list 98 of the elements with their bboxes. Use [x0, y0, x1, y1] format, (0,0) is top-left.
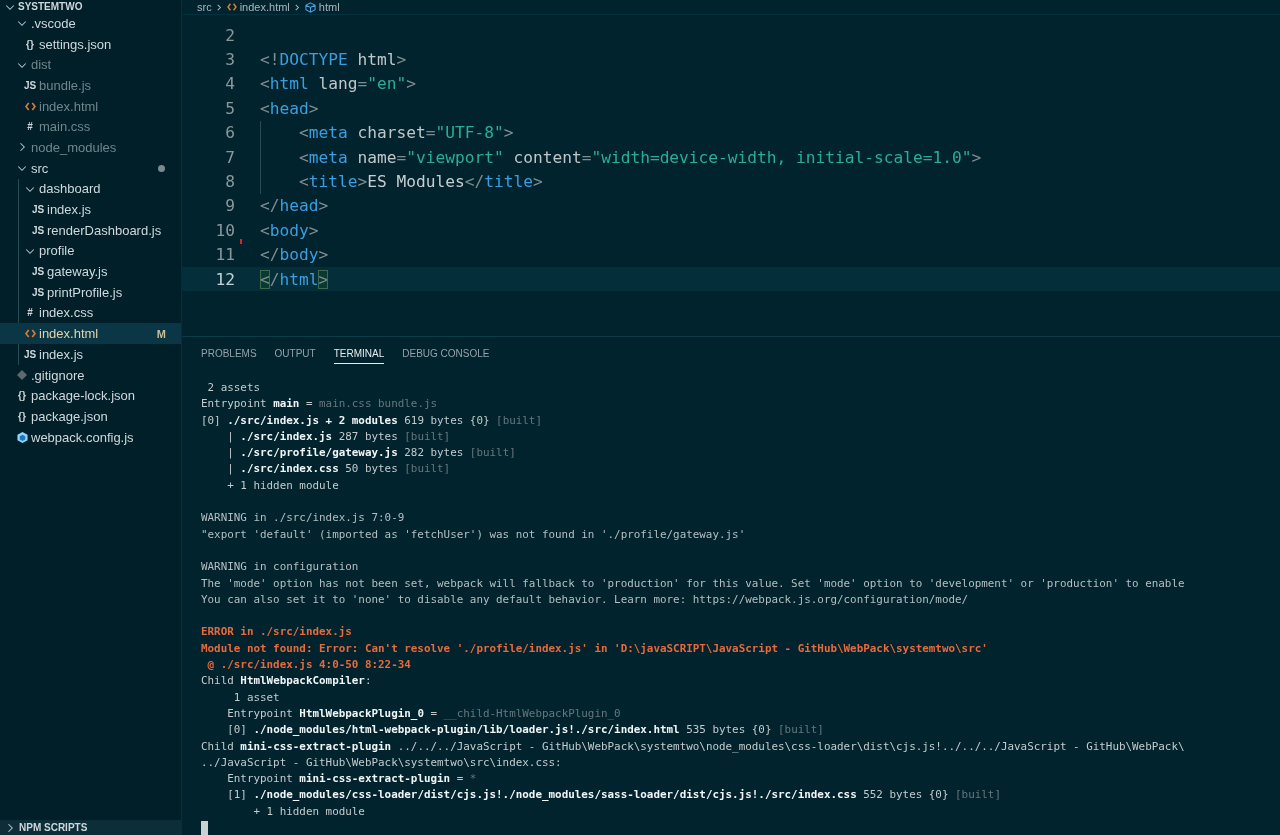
- git-status-label: M: [156, 327, 166, 340]
- file-item[interactable]: JS bundle.js: [0, 75, 181, 96]
- terminal-line: Entrypoint mini-css-extract-plugin = *: [226, 771, 478, 788]
- code-brackets-icon: [24, 329, 36, 339]
- modified-dot: [158, 164, 165, 172]
- folder-item[interactable]: src: [0, 157, 181, 179]
- line-number: 8: [224, 172, 236, 192]
- breadcrumb-item[interactable]: html: [304, 1, 340, 13]
- code-line: <html lang="en">: [260, 73, 416, 96]
- terminal-line: 2 assets: [206, 380, 261, 396]
- code-brackets-icon: [24, 101, 36, 111]
- file-item[interactable]: {} package-lock.json: [0, 385, 181, 407]
- npm-scripts-section[interactable]: NPM SCRIPTS: [0, 820, 181, 835]
- file-item[interactable]: index.html M: [0, 323, 181, 344]
- terminal-line: ERROR in ./src/index.js: [201, 624, 353, 641]
- line-number: 9: [224, 196, 236, 216]
- terminal-line: | ./src/index.css 50 bytes [built]: [226, 461, 452, 478]
- folder-item[interactable]: .vscode: [0, 13, 181, 34]
- terminal-line: 1 asset: [232, 689, 281, 706]
- change-marker: [240, 239, 242, 245]
- line-number: 5: [224, 98, 236, 118]
- terminal-line: [1] ./node_modules/css-loader/dist/cjs.js!./node_modules/sass-loader/dist/cjs.js!./src/index.css 552 bytes {0} [built]: [226, 787, 1002, 804]
- terminal-line: + 1 hidden module: [252, 803, 366, 820]
- terminal-line: @ ./src/index.js 4:0-50 8:22-34: [206, 657, 412, 674]
- panel-tab[interactable]: PROBLEMS: [201, 347, 257, 364]
- code-line: <!DOCTYPE html>: [260, 49, 407, 72]
- terminal-line: Entrypoint HtmlWebpackPlugin_0 = __child-HtmlWebpackPlugin_0: [226, 705, 622, 722]
- line-number: 6: [224, 123, 236, 143]
- file-type-icon: JS: [23, 348, 37, 360]
- terminal-line: [0] ./node_modules/html-webpack-plugin/lib/loader.js!./src/index.html 535 bytes {0} [built]: [226, 722, 825, 739]
- file-type-icon: JS: [23, 79, 37, 91]
- chevron-icon: [293, 3, 301, 11]
- terminal-line: "export 'default' (imported as 'fetchUser') was not found in './profile/gateway.js': [201, 526, 747, 543]
- folder-item[interactable]: profile: [0, 240, 181, 262]
- breadcrumb-item[interactable]: src: [197, 1, 212, 13]
- line-number: 3: [224, 50, 236, 70]
- code-line: <meta name="viewport" content="width=device-width, initial-scale=1.0">: [299, 146, 982, 169]
- file-item[interactable]: JS index.js: [0, 199, 181, 220]
- file-item[interactable]: # index.css: [0, 302, 181, 324]
- terminal-line: Module not found: Error: Can't resolve './profile/index.js' in 'D:\javaSCRIPT\JavaScript - GitHub\WebPack\systemtwo\src': [201, 640, 989, 657]
- line-number: 4: [224, 74, 236, 94]
- code-line: <body>: [260, 219, 319, 242]
- code-line: </head>: [260, 195, 329, 218]
- file-item[interactable]: JS index.js: [0, 344, 181, 365]
- file-item[interactable]: JS renderDashboard.js: [0, 219, 181, 241]
- file-type-icon: {}: [18, 410, 26, 422]
- file-type-icon: JS: [31, 286, 45, 298]
- line-number: 12: [214, 269, 236, 289]
- code-line: <title>ES Modules</title>: [299, 171, 543, 194]
- file-item[interactable]: JS gateway.js: [0, 261, 181, 282]
- file-item[interactable]: .gitignore: [0, 364, 181, 386]
- folder-item[interactable]: node_modules: [0, 137, 181, 158]
- code-line: </body>: [260, 244, 329, 267]
- terminal-line: + 1 hidden module: [226, 477, 340, 494]
- terminal-line: Entrypoint main = main.css bundle.js: [201, 396, 439, 413]
- terminal-cursor: [201, 821, 208, 835]
- terminal-line: WARNING in configuration: [201, 559, 360, 576]
- code-line: </html>: [260, 268, 329, 291]
- line-number: 11: [182, 245, 260, 265]
- file-type-icon: JS: [31, 204, 45, 216]
- terminal-line: | ./src/profile/gateway.js 282 bytes [built]: [226, 445, 517, 462]
- file-item[interactable]: # main.css: [0, 116, 181, 138]
- terminal-line: [0] ./src/index.js + 2 modules 619 bytes {0} [built]: [201, 412, 543, 429]
- cube-icon: [16, 431, 28, 443]
- panel-tab[interactable]: OUTPUT: [274, 347, 316, 364]
- code-line: <head>: [260, 97, 319, 120]
- file-type-icon: JS: [31, 224, 45, 236]
- code-brackets-icon: [226, 3, 237, 11]
- file-item[interactable]: index.html: [0, 95, 181, 117]
- file-type-icon: {}: [26, 38, 34, 50]
- terminal-line: The 'mode' option has not been set, webpack will fallback to 'production' for this value. Set 'mode' option to 'development' or 'production' to enable: [201, 575, 1186, 592]
- folder-item[interactable]: dist: [0, 54, 181, 76]
- panel-tab[interactable]: TERMINAL: [333, 347, 385, 364]
- diamond-icon: [17, 370, 27, 381]
- terminal-line: Child HtmlWebpackCompiler:: [201, 673, 373, 690]
- file-item[interactable]: {} package.json: [0, 406, 181, 427]
- cube-icon: [304, 1, 316, 13]
- folder-item[interactable]: dashboard: [0, 178, 181, 200]
- line-number: 7: [224, 147, 236, 167]
- chevron-icon: [215, 3, 223, 11]
- file-type-icon: #: [27, 121, 33, 133]
- line-number: 10: [214, 220, 236, 240]
- terminal-line: You can also set it to 'none' to disable any default behavior. Learn more: https://webpack.js.org/configuration/mode/: [201, 591, 970, 608]
- breadcrumb-item[interactable]: index.html: [226, 1, 290, 13]
- terminal-line: | ./src/index.js 287 bytes [built]: [226, 428, 452, 445]
- file-type-icon: #: [27, 307, 33, 319]
- line-number: 2: [224, 25, 236, 45]
- explorer-header[interactable]: SYSTEMTWO: [0, 0, 181, 13]
- terminal-line: Child mini-css-extract-plugin ../../../JavaScript - GitHub\WebPack\systemtwo\node_modules\css-loader\dist\cjs.js!../../../JavaScript - GitHub\WebPack\: [201, 738, 1186, 755]
- panel-tab[interactable]: DEBUG CONSOLE: [402, 347, 490, 364]
- file-type-icon: JS: [31, 266, 45, 278]
- file-type-icon: {}: [18, 390, 26, 402]
- file-item[interactable]: webpack.config.js: [0, 426, 181, 448]
- terminal-line: WARNING in ./src/index.js 7:0-9: [201, 510, 406, 527]
- file-item[interactable]: JS printProfile.js: [0, 281, 181, 303]
- file-item[interactable]: {} settings.json: [0, 33, 181, 55]
- terminal-line: ../JavaScript - GitHub\WebPack\systemtwo\src\index.css:: [201, 754, 563, 771]
- code-line: <meta charset="UTF-8">: [299, 122, 514, 145]
